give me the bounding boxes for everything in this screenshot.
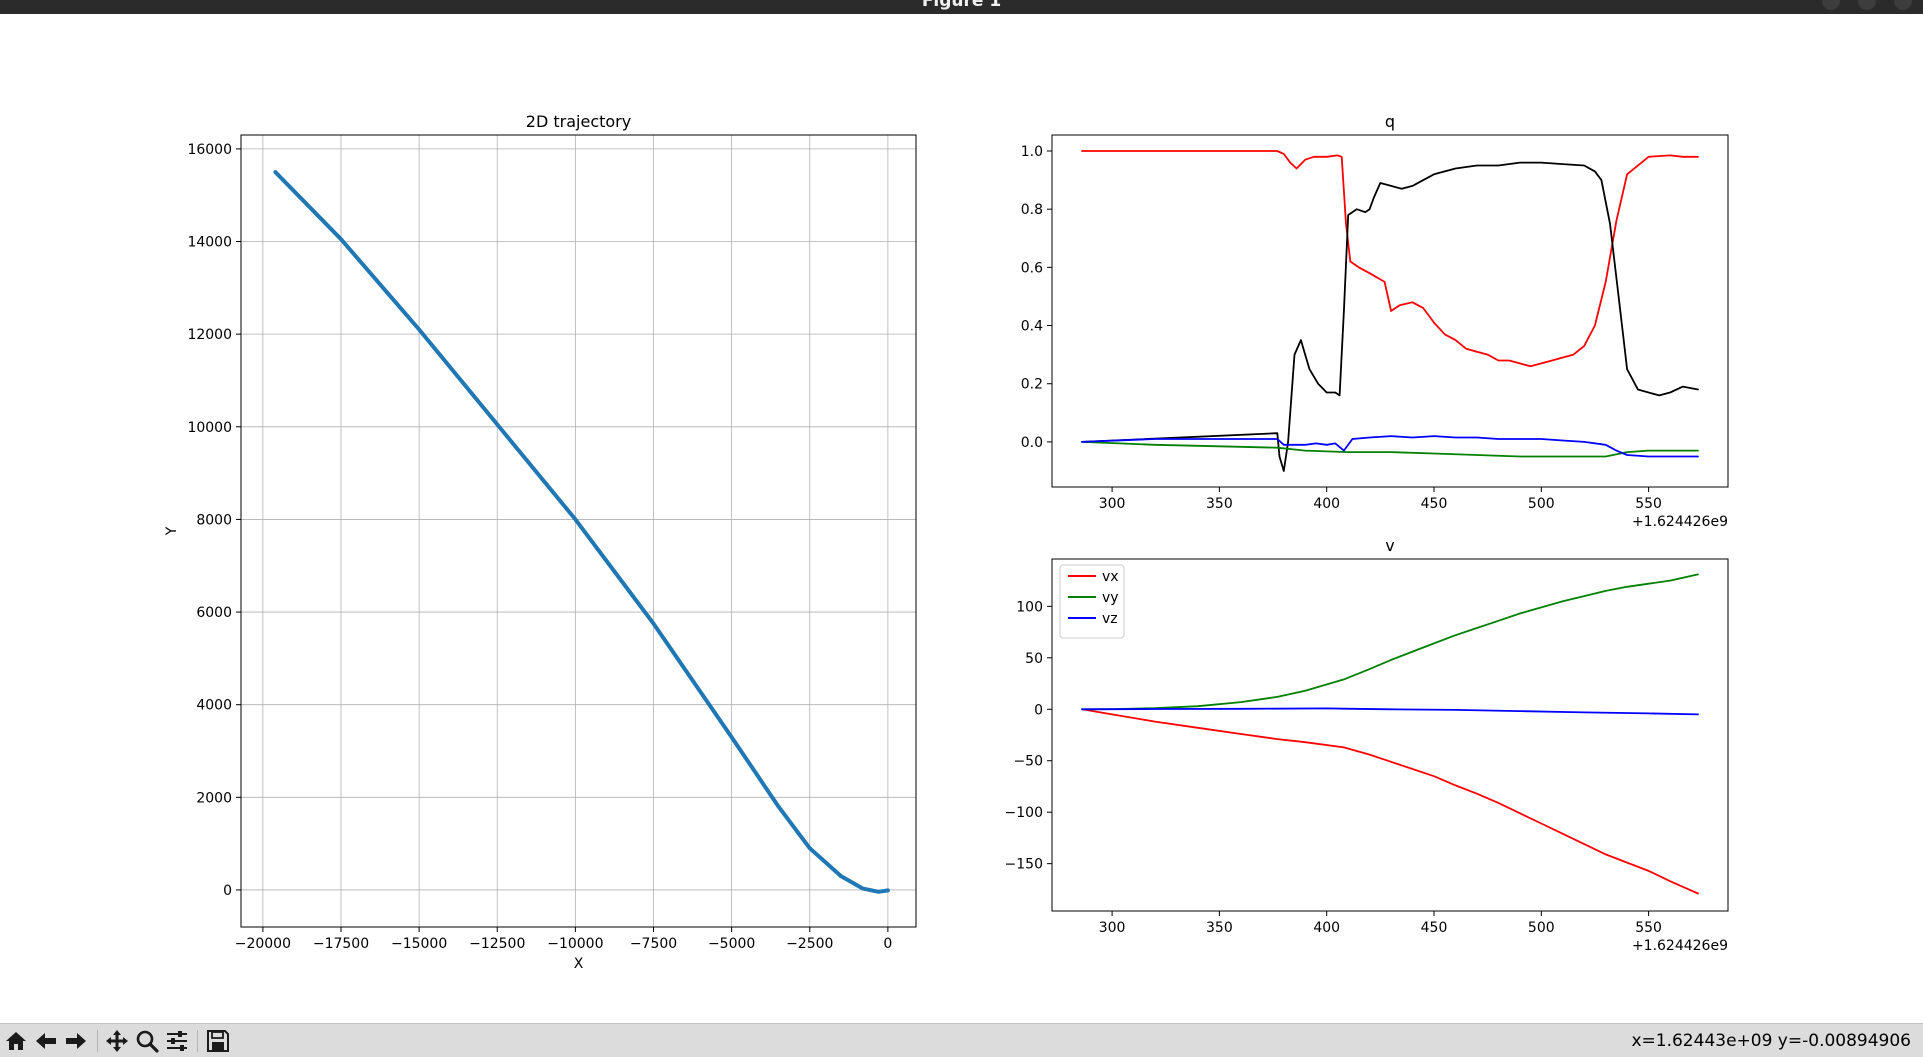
- chart2-series-1-line: [1081, 150, 1699, 368]
- navigation-toolbar: x=1.62443e+09 y=-0.00894906: [0, 1023, 1923, 1057]
- chart3-series-vx-line: [1081, 708, 1699, 895]
- forward-button[interactable]: [63, 1028, 89, 1054]
- chart3-legend-label-vz: vz: [1102, 611, 1118, 627]
- chart1-series-1-line: [273, 170, 890, 894]
- chart2-y-tick-label: 0.6: [1021, 260, 1043, 276]
- chart3-y-tick-label: −50: [1013, 754, 1043, 770]
- zoom-button[interactable]: [134, 1028, 160, 1054]
- figure-canvas[interactable]: −20000 −17500 −15000 −12500 −10000 −7500 −5000…: [0, 14, 1923, 1023]
- chart1-y-tick-label: 4000: [196, 698, 232, 714]
- chart3-legend-label-vy: vy: [1102, 590, 1119, 606]
- chart3-y-tick-label: 100: [1016, 599, 1043, 615]
- window-title: Figure 1: [921, 0, 1002, 11]
- chart2-x-tick-label: 400: [1313, 496, 1340, 512]
- chart1-x-axis-label: X: [574, 956, 584, 972]
- chart1-y-axis-label: Y: [164, 526, 180, 536]
- chart1-y-tick-label: 14000: [187, 235, 232, 251]
- chart3-axes-frame: [1051, 558, 1729, 912]
- back-button[interactable]: [33, 1028, 59, 1054]
- chart3-y-tick-label: −100: [1005, 805, 1043, 821]
- forward-arrow-icon: [66, 1033, 86, 1049]
- chart1-x-tick-label: −7500: [630, 936, 677, 952]
- chart1-axes-frame: [240, 134, 917, 928]
- save-icon: [207, 1030, 229, 1052]
- chart2-x-tick-label: 550: [1635, 496, 1662, 512]
- chart3-legend-label-vx: vx: [1102, 569, 1119, 585]
- chart1-y-tick-label: 2000: [196, 790, 232, 806]
- chart1-x-tick-label: −17500: [313, 936, 369, 952]
- chart2-x-tick-label: 300: [1099, 496, 1126, 512]
- chart2-y-tick-label: 0.4: [1021, 319, 1043, 335]
- chart2-series-4-line: [1081, 435, 1699, 458]
- chart3-x-tick-label: 350: [1206, 920, 1233, 936]
- chart1-x-tick-label: −15000: [391, 936, 447, 952]
- chart1-y-tick-label: 8000: [196, 512, 232, 528]
- chart3-x-tick-label: 400: [1313, 920, 1340, 936]
- chart1-y-tick-label: 16000: [187, 142, 232, 158]
- save-button[interactable]: [205, 1028, 231, 1054]
- cursor-coordinates: x=1.62443e+09 y=-0.00894906: [1631, 1031, 1911, 1051]
- chart1-y-tick-label: 6000: [196, 605, 232, 621]
- pan-button[interactable]: [104, 1028, 130, 1054]
- chart3-x-tick-label: 550: [1635, 920, 1662, 936]
- chart1-x-tick-label: −2500: [786, 936, 833, 952]
- chart1-x-tick-label: 0: [883, 936, 892, 952]
- chart2-y-tick-label: 0.2: [1021, 377, 1043, 393]
- window-titlebar: Figure 1: [0, 0, 1923, 14]
- figure-svg: −20000 −17500 −15000 −12500 −10000 −7500 −5000…: [164, 112, 1729, 972]
- configure-subplots-icon: [167, 1031, 187, 1051]
- chart2-x-tick-label: 500: [1528, 496, 1555, 512]
- chart3-y-tick-label: 50: [1025, 651, 1043, 667]
- configure-subplots-button[interactable]: [164, 1028, 190, 1054]
- chart2-y-tick-label: 0.8: [1021, 202, 1043, 218]
- back-arrow-icon: [36, 1033, 56, 1049]
- chart2-x-offset-label: +1.624426e9: [1632, 514, 1728, 530]
- chart1-x-tick-label: −5000: [708, 936, 755, 952]
- chart2-y-tick-label: 0.0: [1021, 435, 1043, 451]
- chart2-axes-frame: [1051, 134, 1729, 488]
- chart1-y-tick-label: 12000: [187, 327, 232, 343]
- chart3-x-offset-label: +1.624426e9: [1632, 938, 1728, 954]
- chart2-x-tick-label: 350: [1206, 496, 1233, 512]
- chart1-x-tick-label: −12500: [469, 936, 525, 952]
- chart3-x-tick-label: 300: [1099, 920, 1126, 936]
- home-button[interactable]: [3, 1028, 29, 1054]
- chart2-title: q: [1385, 112, 1395, 131]
- chart1-y-tick-label: 0: [223, 883, 232, 899]
- chart3-x-tick-label: 450: [1421, 920, 1448, 936]
- home-icon: [6, 1032, 26, 1050]
- chart3-x-tick-label: 500: [1528, 920, 1555, 936]
- chart3-y-tick-label: 0: [1034, 702, 1043, 718]
- chart1-x-tick-label: −20000: [235, 936, 291, 952]
- chart2-y-tick-label: 1.0: [1021, 144, 1043, 160]
- toolbar-separator: [97, 1030, 98, 1052]
- pan-icon: [106, 1030, 128, 1052]
- chart1-x-tick-label: −10000: [547, 936, 603, 952]
- zoom-icon: [136, 1030, 159, 1053]
- chart3-series-vz-line: [1081, 707, 1699, 716]
- chart3-title: v: [1385, 536, 1394, 555]
- chart3-y-tick-label: −150: [1005, 857, 1043, 873]
- chart2-x-tick-label: 450: [1421, 496, 1448, 512]
- chart2-series-2-line: [1081, 161, 1699, 472]
- chart1-y-tick-label: 10000: [187, 420, 232, 436]
- chart1-title: 2D trajectory: [526, 112, 631, 131]
- toolbar-separator: [197, 1030, 198, 1052]
- chart3-series-vy-line: [1081, 573, 1699, 711]
